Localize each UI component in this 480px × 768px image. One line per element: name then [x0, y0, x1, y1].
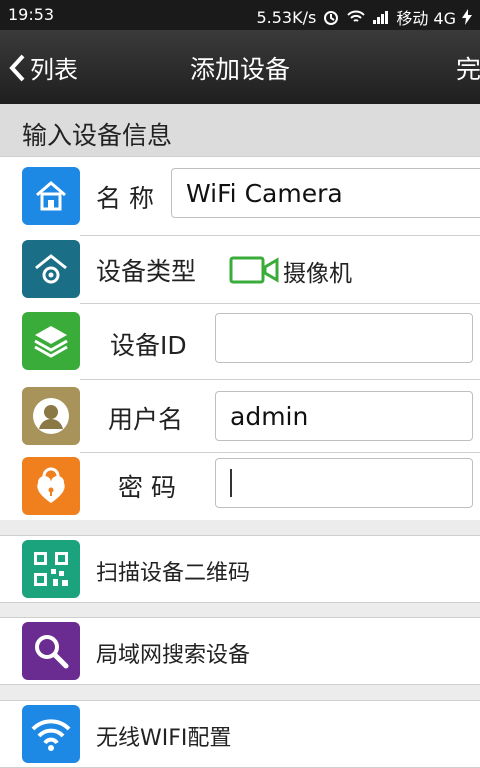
done-button[interactable]: 完 [456, 50, 480, 86]
username-input[interactable]: admin [215, 391, 473, 441]
wifi-config-item[interactable]: 无线WIFI配置 [0, 700, 480, 768]
type-value: 摄像机 [283, 261, 352, 287]
device-form: 名 称 WiFi Camera 设备类型 摄像机 设备ID 用户名 admin … [0, 156, 480, 520]
heart-lock-icon [22, 457, 80, 515]
name-label: 名 称 [96, 184, 154, 213]
scan-qr-label: 扫描设备二维码 [96, 561, 251, 586]
alarm-icon [324, 11, 339, 25]
type-label: 设备类型 [96, 257, 197, 286]
user-label: 用户名 [108, 405, 184, 434]
net-speed: 5.53K/s [256, 7, 317, 27]
name-row: 名 称 WiFi Camera [0, 157, 480, 235]
page-title: 添加设备 [189, 55, 290, 84]
text-cursor [230, 469, 232, 497]
user-icon [22, 387, 80, 445]
scan-qr-item[interactable]: 扫描设备二维码 [0, 535, 480, 603]
password-label: 密 码 [118, 473, 176, 502]
section-header: 输入设备信息 [0, 104, 480, 156]
password-row: 密 码 [0, 453, 480, 520]
status-time: 19:53 [8, 5, 55, 24]
house-icon [22, 167, 80, 225]
id-row: 设备ID [0, 304, 480, 379]
name-input[interactable]: WiFi Camera [171, 168, 480, 218]
cell-signal-icon [373, 11, 389, 24]
charging-icon [462, 9, 472, 25]
id-label: 设备ID [110, 331, 187, 360]
wifi-config-label: 无线WIFI配置 [96, 726, 232, 751]
wifi-signal-icon [347, 10, 366, 22]
lan-search-label: 局域网搜索设备 [96, 643, 251, 668]
carrier: 移动 4G [396, 9, 456, 28]
status-bar: 19:53 5.53K/s 移动 4G [0, 0, 480, 30]
layers-icon [22, 312, 80, 370]
section-title: 输入设备信息 [22, 121, 173, 150]
qr-code-icon [22, 540, 80, 598]
title-bar: 列表 添加设备 完 [0, 30, 480, 104]
camera-house-icon [22, 240, 80, 298]
video-camera-icon [229, 256, 279, 284]
wifi-icon [22, 705, 80, 763]
id-input[interactable] [215, 313, 473, 363]
user-row: 用户名 admin [0, 380, 480, 452]
lan-search-item[interactable]: 局域网搜索设备 [0, 617, 480, 685]
search-icon [22, 622, 80, 680]
status-right: 5.53K/s 移动 4G [256, 5, 472, 29]
type-row: 设备类型 摄像机 [0, 236, 480, 303]
password-input[interactable] [215, 458, 473, 508]
